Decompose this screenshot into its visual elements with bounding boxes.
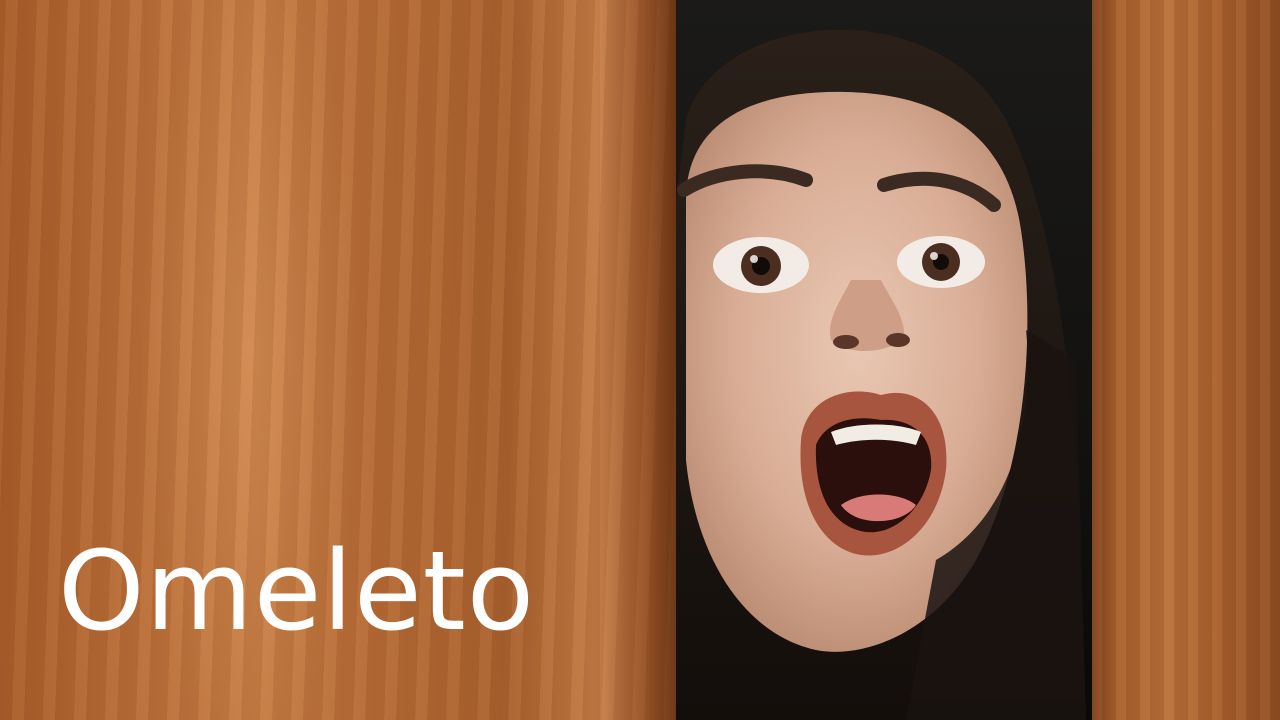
frightened-woman-peeking	[676, 29, 1086, 720]
wooden-door-right	[1092, 0, 1280, 720]
door-left-edge-shadow	[600, 0, 676, 720]
video-thumbnail: Omeleto	[0, 0, 1280, 720]
omeleto-logo-wordmark: Omeleto	[58, 527, 536, 655]
